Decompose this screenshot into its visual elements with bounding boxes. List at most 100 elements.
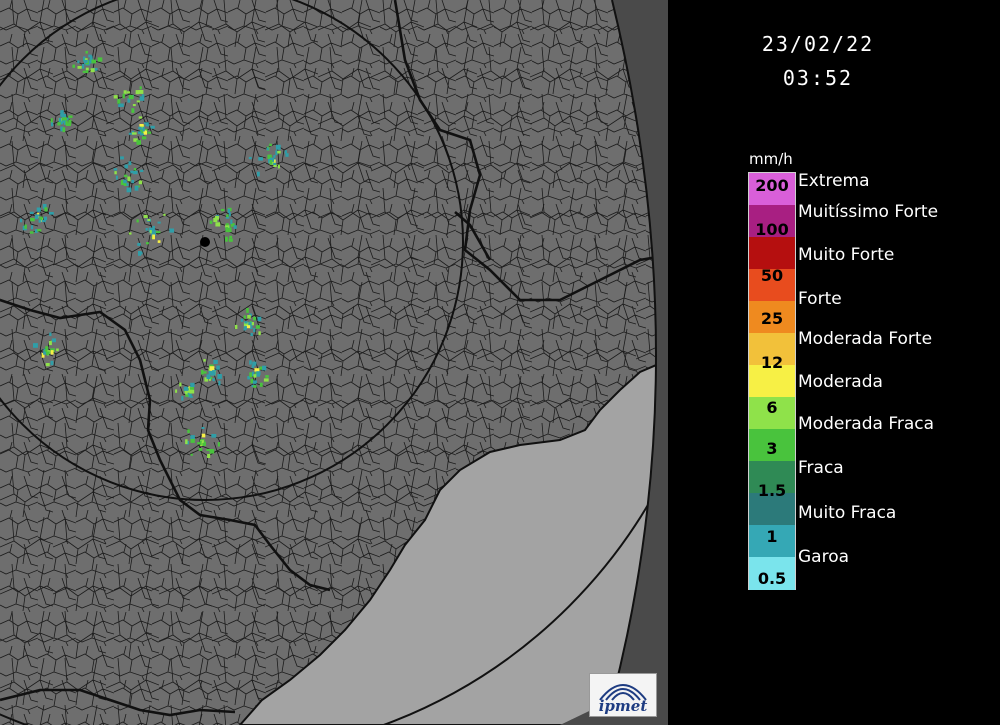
echo-pixel [284, 150, 287, 154]
echo-pixel [277, 150, 281, 154]
echo-pixel [130, 170, 133, 174]
scale-value-200: 200 [755, 176, 789, 195]
echo-pixel [30, 225, 34, 230]
echo-pixel [29, 231, 34, 234]
echo-pixel [45, 346, 49, 351]
echo-pixel [251, 322, 254, 326]
echo-pixel [88, 54, 92, 58]
echo-pixel [137, 242, 141, 246]
echo-pixel [138, 126, 142, 130]
echo-pixel [213, 359, 218, 364]
echo-pixel [190, 453, 193, 456]
echo-pixel [60, 112, 64, 117]
echo-pixel [114, 171, 117, 175]
echo-pixel [118, 104, 121, 108]
echo-pixel [229, 235, 233, 239]
echo-pixel [115, 175, 118, 180]
echo-pixel [255, 325, 260, 329]
echo-pixel [206, 374, 211, 379]
echo-pixel [254, 368, 260, 372]
echo-pixel [124, 164, 129, 169]
echo-pixel [122, 93, 125, 99]
category-garoa: Garoa [798, 547, 850, 567]
echo-pixel [24, 224, 27, 229]
echo-pixel [139, 86, 142, 90]
radar-map[interactable]: ipmet [0, 0, 668, 725]
echo-pixel [117, 99, 121, 104]
echo-pixel [58, 117, 62, 122]
echo-pixel [29, 211, 34, 214]
scale-value-12: 12 [760, 353, 784, 372]
echo-pixel [145, 124, 150, 127]
echo-pixel [189, 395, 193, 398]
echo-pixel [254, 380, 257, 383]
echo-pixel [50, 350, 54, 355]
category-fraca: Fraca [798, 458, 844, 478]
echo-pixel [85, 50, 88, 54]
category-moderada-forte: Moderada Forte [798, 329, 933, 349]
echo-pixel [97, 57, 103, 62]
echo-pixel [142, 126, 145, 132]
echo-pixel [113, 168, 118, 171]
echo-pixel [169, 228, 174, 233]
logo-text: ipmet [598, 697, 648, 715]
sidebar: 23/02/22 03:52 mm/h 200 100 50 25 12 6 3… [668, 0, 1000, 725]
echo-pixel [37, 228, 42, 232]
scale-value-0-5: 0.5 [757, 569, 787, 588]
echo-pixel [211, 434, 217, 438]
echo-pixel [208, 370, 213, 375]
echo-pixel [136, 140, 141, 145]
scale-value-50: 50 [760, 266, 784, 285]
echo-pixel [57, 122, 61, 126]
echo-pixel [190, 438, 195, 443]
echo-pixel [138, 90, 144, 94]
echo-pixel [131, 180, 135, 184]
echo-pixel [139, 124, 144, 127]
echo-pixel [185, 439, 188, 445]
echo-pixel [85, 67, 89, 71]
echo-pixel [84, 59, 88, 63]
echo-pixel [68, 119, 72, 124]
echo-pixel [38, 219, 41, 223]
echo-pixel [225, 236, 228, 242]
echo-pixel [128, 161, 132, 166]
category-muitissimo-forte: Muitíssimo Forte [798, 202, 939, 222]
echo-pixel [266, 147, 269, 151]
echo-pixel [273, 162, 276, 165]
echo-pixel [230, 219, 233, 224]
echo-pixel [33, 343, 38, 348]
echo-pixel [131, 132, 137, 135]
echo-pixel [134, 185, 139, 191]
echo-pixel [226, 214, 229, 218]
echo-pixel [207, 454, 211, 458]
echo-pixel [155, 231, 161, 234]
echo-pixel [124, 174, 128, 178]
echo-pixel [234, 324, 238, 329]
radar-map-canvas [0, 0, 668, 725]
echo-pixel [246, 308, 249, 313]
legend-unit: mm/h [749, 150, 793, 168]
echo-pixel [269, 143, 272, 147]
echo-pixel [150, 125, 155, 129]
echo-pixel [212, 378, 215, 382]
echo-pixel [144, 122, 149, 125]
echo-pixel [127, 176, 131, 182]
echo-pixel [225, 223, 229, 226]
echo-pixel [41, 219, 46, 223]
echo-pixel [66, 123, 71, 126]
echo-pixel [157, 240, 161, 243]
echo-pixel [51, 122, 54, 127]
echo-pixel [82, 63, 85, 69]
echo-pixel [51, 338, 56, 343]
echo-pixel [39, 216, 43, 221]
echo-pixel [202, 443, 206, 446]
echo-pixel [163, 213, 166, 216]
category-muito-forte: Muito Forte [798, 245, 895, 265]
echo-pixel [203, 359, 206, 362]
echo-pixel [202, 371, 207, 374]
echo-pixel [198, 448, 203, 451]
echo-pixel [250, 332, 253, 336]
echo-pixel [50, 360, 54, 366]
timestamp-time: 03:52 [782, 66, 854, 90]
echo-pixel [228, 238, 233, 242]
